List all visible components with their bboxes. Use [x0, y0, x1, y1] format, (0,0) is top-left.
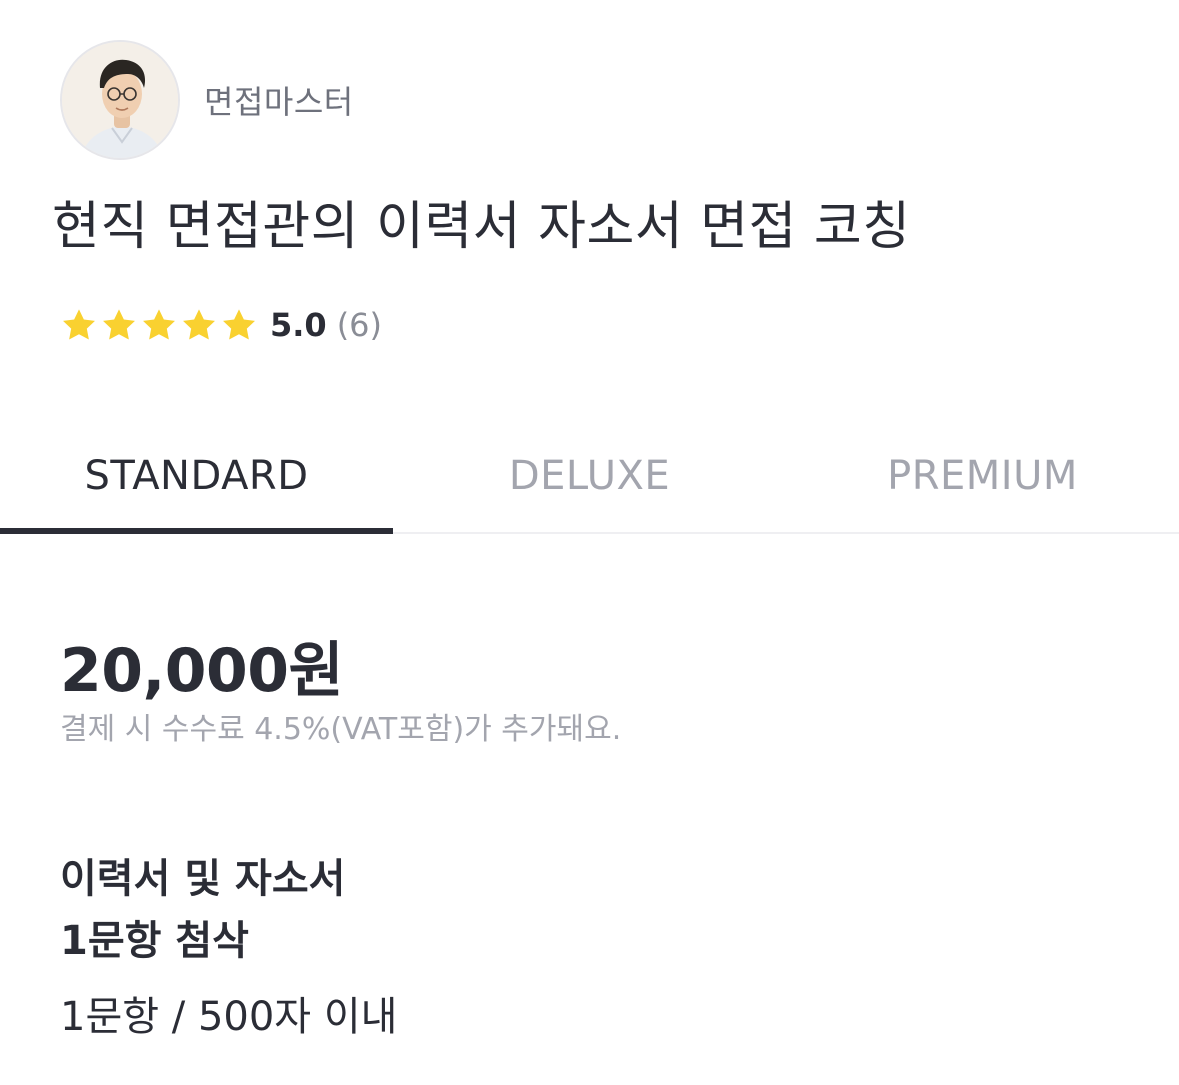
star-icon — [140, 307, 178, 343]
star-icon — [180, 307, 218, 343]
review-count[interactable]: (6) — [337, 306, 382, 344]
person-avatar-icon — [62, 42, 178, 158]
star-icon — [60, 307, 98, 343]
fee-note: 결제 시 수수료 4.5%(VAT포함)가 추가돼요. — [60, 712, 622, 747]
service-detail-page: 면접마스터 현직 면접관의 이력서 자소서 면접 코칭 5.0 (6) STAN… — [0, 0, 1179, 1085]
package-title-line2: 1문항 첨삭 — [60, 918, 249, 964]
package-tabs: STANDARD DELUXE PREMIUM — [0, 420, 1179, 534]
seller-profile[interactable]: 면접마스터 — [60, 40, 354, 160]
service-title: 현직 면접관의 이력서 자소서 면접 코칭 — [52, 197, 911, 257]
seller-name[interactable]: 면접마스터 — [204, 77, 354, 123]
package-title-line1: 이력서 및 자소서 — [60, 856, 346, 902]
tab-standard[interactable]: STANDARD — [0, 420, 393, 534]
rating-score: 5.0 — [270, 306, 327, 344]
package-price: 20,000원 — [60, 636, 344, 706]
package-title: 이력서 및 자소서 1문항 첨삭 — [60, 848, 345, 972]
tab-deluxe[interactable]: DELUXE — [393, 420, 786, 532]
tab-premium[interactable]: PREMIUM — [786, 420, 1179, 532]
star-icon — [100, 307, 138, 343]
package-subtitle: 1문항 / 500자 이내 — [60, 994, 398, 1040]
avatar[interactable] — [60, 40, 180, 160]
star-rating — [60, 307, 258, 343]
star-icon — [220, 307, 258, 343]
rating-summary[interactable]: 5.0 (6) — [60, 306, 382, 344]
